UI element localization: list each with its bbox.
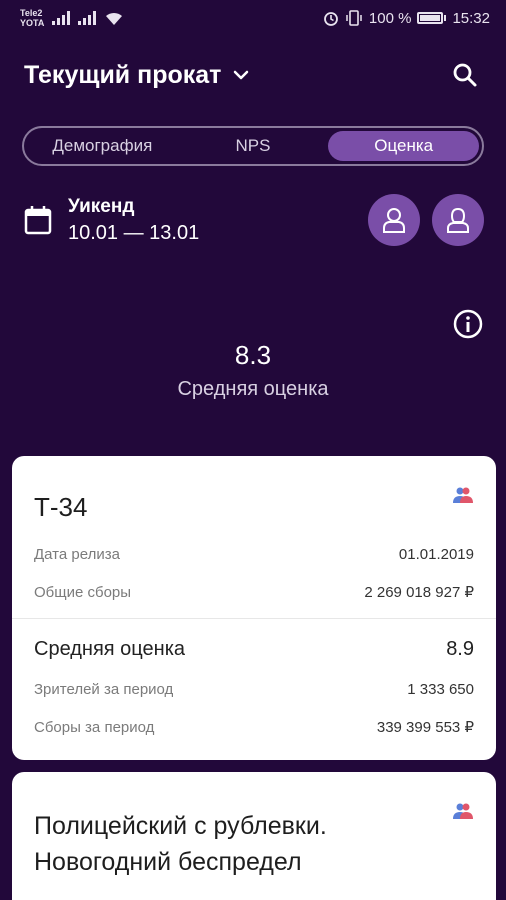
info-icon xyxy=(453,309,483,339)
film-title: Полицейский с рублевки. Новогодний беспр… xyxy=(34,812,327,876)
audience-filters xyxy=(368,194,484,246)
person-icon xyxy=(383,208,405,233)
release-row: Дата релиза 01.01.2019 xyxy=(34,546,474,563)
audience-icon xyxy=(453,803,473,819)
female-audience-button[interactable] xyxy=(432,194,484,246)
segment-tabs: Демография NPS Оценка xyxy=(22,126,484,166)
period-text: Уикенд 10.01 — 13.01 xyxy=(68,196,199,245)
rating-row: Средняя оценка 8.9 xyxy=(34,638,474,661)
period-dates: 10.01 — 13.01 xyxy=(68,221,200,244)
audience-icon xyxy=(453,487,473,503)
battery-percent: 100 % xyxy=(368,9,412,27)
period-row: Уикенд 10.01 — 13.01 xyxy=(0,190,506,250)
rating-label: Средняя оценка xyxy=(34,638,186,660)
vibrate-icon xyxy=(346,10,362,26)
tab-demography[interactable]: Демография xyxy=(27,131,178,161)
period-gross-value: 339 399 553 ₽ xyxy=(376,719,474,736)
film-card[interactable]: Полицейский с рублевки. Новогодний беспр… xyxy=(12,772,496,900)
gross-row: Общие сборы 2 269 018 927 ₽ xyxy=(34,583,474,602)
film-title: Т-34 xyxy=(34,492,88,522)
period-selector[interactable]: Уикенд 10.01 — 13.01 xyxy=(24,196,199,245)
tab-nps[interactable]: NPS xyxy=(178,131,329,161)
viewers-label: Зрителей за период xyxy=(34,681,174,698)
rating-value: 8.9 xyxy=(446,638,474,660)
gross-label: Общие сборы xyxy=(34,583,132,601)
status-bar: Tele2 YOTA 100 % 15:32 xyxy=(0,0,506,36)
status-left: Tele2 YOTA xyxy=(20,8,124,28)
period-gross-row: Сборы за период 339 399 553 ₽ xyxy=(34,718,474,737)
release-value: 01.01.2019 xyxy=(398,546,474,563)
clock: 15:32 xyxy=(452,9,490,27)
info-button[interactable] xyxy=(452,308,484,340)
male-audience-button[interactable] xyxy=(368,194,420,246)
app-header: Текущий прокат xyxy=(0,36,506,114)
carrier-bottom: YOTA xyxy=(20,18,45,28)
carrier-top: Tele2 xyxy=(20,8,43,18)
signal-icon xyxy=(52,11,71,25)
release-label: Дата релиза xyxy=(34,546,120,563)
signal-icon xyxy=(78,11,97,25)
tab-rating[interactable]: Оценка xyxy=(328,131,480,161)
period-gross-label: Сборы за период xyxy=(34,718,155,736)
alarm-icon xyxy=(324,12,338,26)
film-card[interactable]: Т-34 Дата релиза 01.01.2019 Общие сборы … xyxy=(12,456,496,760)
divider xyxy=(12,618,496,619)
average-rating-value: 8.3 xyxy=(234,340,272,370)
viewers-value: 1 333 650 xyxy=(407,681,474,698)
status-right: 100 % 15:32 xyxy=(323,10,490,27)
person-icon xyxy=(447,207,469,233)
search-button[interactable] xyxy=(450,60,480,90)
search-icon xyxy=(453,63,477,87)
chevron-down-icon xyxy=(234,70,249,80)
title-dropdown[interactable]: Текущий прокат xyxy=(24,61,251,90)
viewers-row: Зрителей за период 1 333 650 xyxy=(34,681,474,698)
wifi-icon xyxy=(106,12,123,25)
page-title: Текущий прокат xyxy=(24,60,222,89)
battery-cap xyxy=(444,15,447,21)
period-label: Уикенд xyxy=(68,195,135,217)
gross-value: 2 269 018 927 ₽ xyxy=(364,584,474,601)
battery-icon xyxy=(417,12,444,24)
average-rating-label: Средняя оценка xyxy=(177,378,329,400)
calendar-icon xyxy=(24,206,52,235)
carrier-info: Tele2 YOTA xyxy=(20,8,44,28)
